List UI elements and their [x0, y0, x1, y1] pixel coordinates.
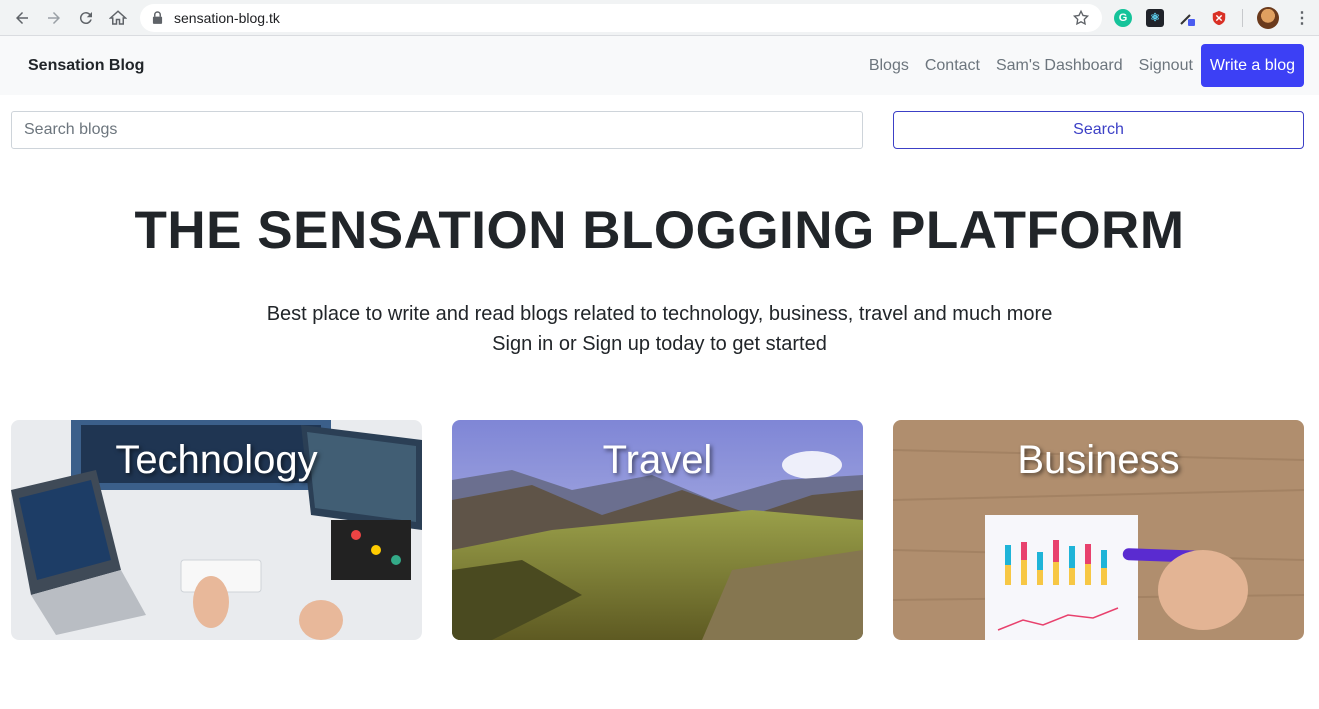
nav-links: Blogs Contact Sam's Dashboard Signout Wr… — [861, 44, 1304, 87]
nav-link-dashboard[interactable]: Sam's Dashboard — [988, 57, 1131, 75]
url-text: sensation-blog.tk — [174, 9, 280, 26]
nav-link-blogs[interactable]: Blogs — [861, 57, 917, 75]
grammarly-icon[interactable]: G — [1114, 8, 1132, 27]
category-label-travel: Travel — [602, 438, 713, 482]
nav-link-contact[interactable]: Contact — [917, 57, 988, 75]
category-card-travel[interactable]: Travel — [452, 420, 863, 640]
brand-link[interactable]: Sensation Blog — [28, 57, 144, 75]
address-bar[interactable]: sensation-blog.tk — [140, 3, 1102, 32]
forward-icon[interactable] — [40, 4, 67, 32]
hero-line-1: Best place to write and read blogs relat… — [266, 303, 1053, 325]
write-blog-button[interactable]: Write a blog — [1200, 44, 1304, 87]
color-picker-icon[interactable] — [1178, 9, 1196, 27]
category-label-technology: Technology — [115, 438, 318, 482]
browser-toolbar: sensation-blog.tk G ⚛ ⋮ — [0, 0, 1319, 36]
profile-avatar[interactable] — [1257, 6, 1279, 29]
shield-icon[interactable] — [1210, 9, 1228, 27]
kebab-menu-icon[interactable]: ⋮ — [1293, 9, 1311, 27]
lock-icon — [152, 11, 164, 25]
reload-icon[interactable] — [72, 4, 99, 32]
search-bar: Search — [0, 95, 1319, 165]
category-card-business[interactable]: Business — [893, 420, 1304, 640]
nav-link-signout[interactable]: Signout — [1131, 57, 1201, 75]
home-icon[interactable] — [104, 4, 131, 32]
react-devtools-icon[interactable]: ⚛ — [1146, 8, 1164, 27]
category-label-business: Business — [1017, 438, 1180, 482]
category-card-technology[interactable]: Technology — [11, 420, 422, 640]
hero-line-2: Sign in or Sign up today to get started — [492, 333, 827, 355]
page-title: THE SENSATION BLOGGING PLATFORM — [134, 201, 1185, 260]
site-navbar: Sensation Blog Blogs Contact Sam's Dashb… — [0, 36, 1319, 95]
search-button[interactable]: Search — [893, 111, 1304, 149]
hero-subtitle: Best place to write and read blogs relat… — [0, 299, 1319, 359]
back-icon[interactable] — [8, 4, 35, 32]
bookmark-star-icon[interactable] — [1072, 9, 1090, 27]
search-input[interactable] — [11, 111, 863, 149]
toolbar-separator — [1242, 8, 1243, 27]
